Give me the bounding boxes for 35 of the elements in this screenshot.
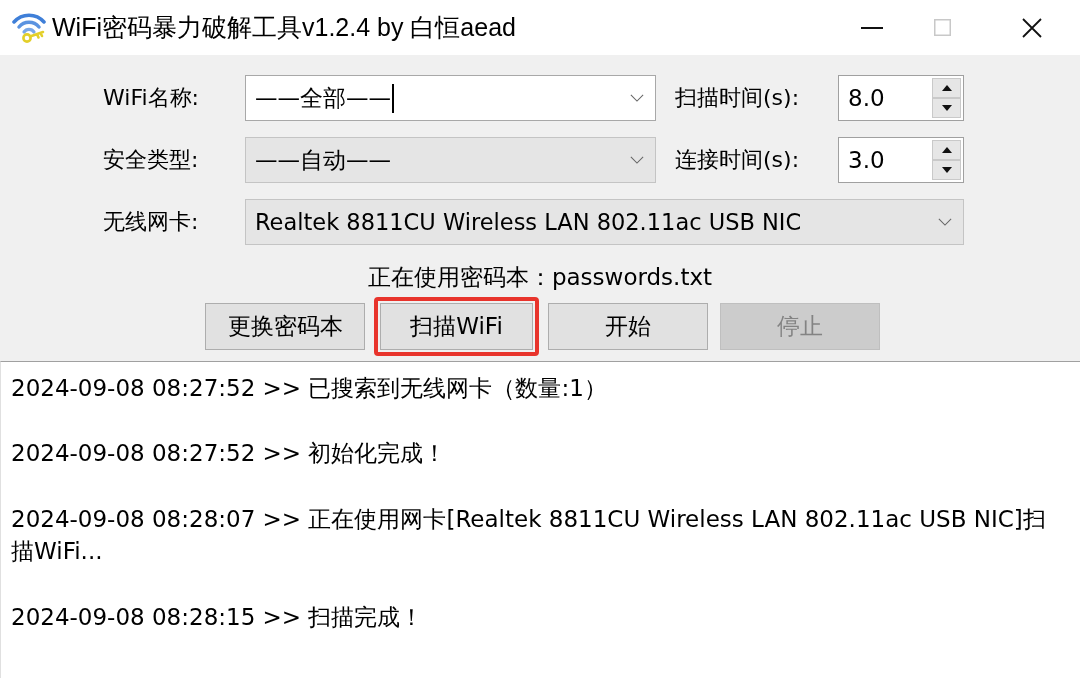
log-entry: 2024-09-08 08:28:15 >> 扫描完成！ <box>11 602 425 632</box>
window-title: WiFi密码暴力破解工具v1.2.4 by 白恒aead <box>52 12 516 43</box>
combo-box[interactable]: ——全部—— <box>245 75 656 121</box>
field-label: 扫描时间(s): <box>675 84 801 112</box>
log-entry: 2024-09-08 08:27:52 >> 初始化完成！ <box>11 439 448 469</box>
close-icon <box>1022 17 1042 38</box>
field-label: 连接时间(s): <box>675 146 801 174</box>
combo-box[interactable]: Realtek 8811CU Wireless LAN 802.11ac USB NIC <box>245 199 964 245</box>
combo-box[interactable]: ——自动—— <box>245 137 656 183</box>
triangle-up-icon <box>941 85 952 91</box>
spin-up-button[interactable] <box>932 78 961 98</box>
text-cursor-icon <box>392 83 394 113</box>
action-button[interactable]: 扫描WiFi <box>380 303 533 350</box>
field-label: 安全类型: <box>103 146 200 174</box>
spin-up-button[interactable] <box>932 140 961 160</box>
minimize-icon <box>861 26 883 29</box>
action-button[interactable]: 开始 <box>548 303 708 350</box>
spin-down-button[interactable] <box>932 160 961 180</box>
triangle-down-icon <box>941 167 952 173</box>
chevron-down-icon <box>630 156 644 164</box>
triangle-down-icon <box>941 105 952 111</box>
chevron-down-icon <box>630 94 644 102</box>
field-label: 无线网卡: <box>103 208 200 236</box>
triangle-up-icon <box>941 147 952 153</box>
field-label: WiFi名称: <box>103 84 200 112</box>
number-field[interactable]: 8.0 <box>838 75 964 121</box>
action-button[interactable]: 更换密码本 <box>205 303 365 350</box>
number-field[interactable]: 3.0 <box>838 137 964 183</box>
chevron-down-icon <box>938 218 952 226</box>
maximize-icon <box>933 19 951 36</box>
password-file-label: 正在使用密码本：passwords.txt <box>367 264 713 290</box>
wifi-key-icon <box>12 12 46 43</box>
log-entry: 2024-09-08 08:27:52 >> 已搜索到无线网卡（数量:1） <box>11 374 608 403</box>
spin-down-button[interactable] <box>932 98 961 118</box>
log-entry: 2024-09-08 08:28:07 >> 正在使用网卡[Realtek 8811CU Wireless LAN 802.11ac USB NIC]扫描WiFi... <box>11 504 1047 567</box>
